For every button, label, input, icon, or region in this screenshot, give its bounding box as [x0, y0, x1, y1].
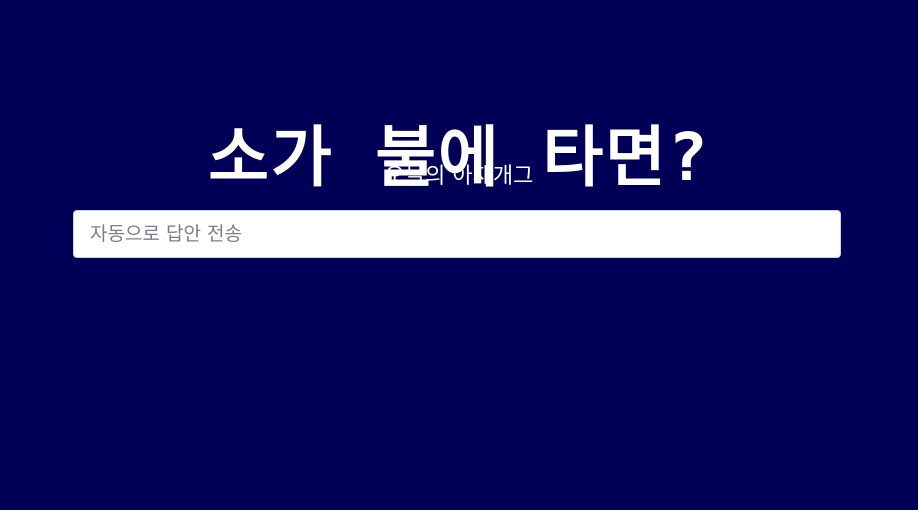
answer-input[interactable] — [73, 210, 841, 258]
quiz-subtitle: 오늘의 아재개그 — [384, 164, 534, 189]
quiz-page: 소가 불에 타면? 오늘의 아재개그 — [0, 0, 918, 510]
